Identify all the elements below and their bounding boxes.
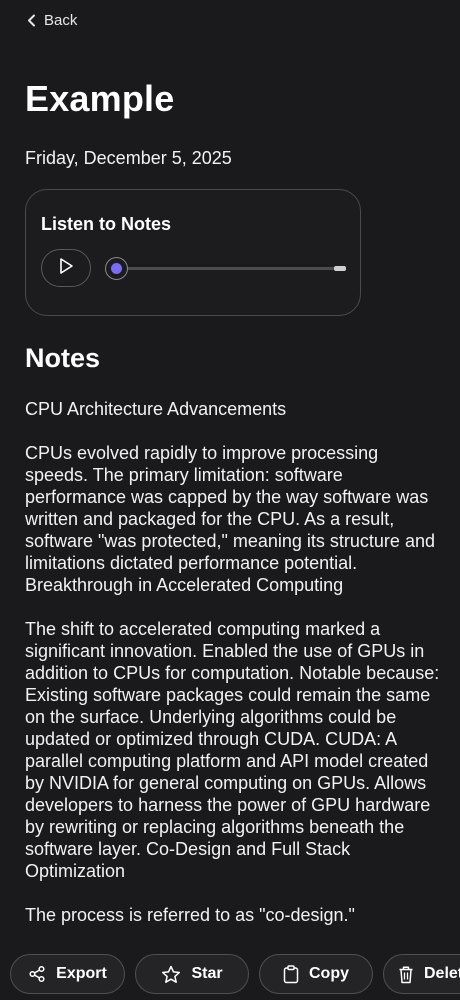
notes-heading: Notes [25, 343, 101, 373]
export-label: Export [56, 965, 107, 982]
star-button[interactable]: Star [135, 954, 249, 994]
page-title: Example [25, 78, 175, 119]
notes-body: CPU Architecture Advancements CPUs evolv… [25, 398, 440, 948]
trash-icon [398, 965, 414, 984]
delete-label: Delete [424, 965, 460, 982]
copy-button[interactable]: Copy [259, 954, 373, 994]
audio-progress-end [334, 266, 346, 271]
notes-paragraph: CPUs evolved rapidly to improve processi… [25, 443, 435, 595]
star-icon [161, 965, 181, 984]
audio-player-card: Listen to Notes [25, 189, 361, 316]
copy-label: Copy [309, 965, 349, 982]
clipboard-icon [283, 964, 299, 984]
back-button[interactable]: Back [27, 12, 77, 29]
chevron-left-icon [27, 14, 36, 27]
notes-paragraph: The process is referred to as "co-design… [25, 905, 355, 925]
play-icon [58, 257, 74, 280]
back-label: Back [44, 12, 78, 29]
note-detail-screen: Back Example Friday, December 5, 2025 Li… [0, 0, 460, 1000]
audio-player-title: Listen to Notes [41, 214, 172, 234]
share-icon [28, 965, 46, 983]
progress-thumb-dot [111, 263, 122, 274]
audio-progress-track[interactable] [116, 267, 346, 270]
delete-button[interactable]: Delete [383, 954, 460, 994]
note-date: Friday, December 5, 2025 [25, 148, 232, 168]
notes-paragraph: The shift to accelerated computing marke… [25, 619, 440, 881]
star-label: Star [191, 965, 223, 982]
notes-paragraph: CPU Architecture Advancements [25, 399, 287, 419]
audio-progress-thumb[interactable] [105, 257, 128, 280]
export-button[interactable]: Export [10, 954, 125, 994]
play-button[interactable] [41, 249, 91, 287]
action-toolbar: Export Star Copy Dele [0, 948, 460, 1000]
